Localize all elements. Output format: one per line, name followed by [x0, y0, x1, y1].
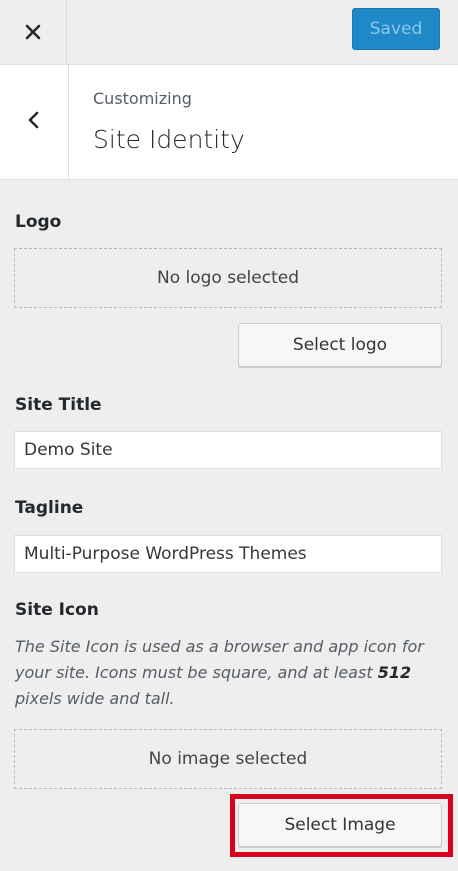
header-subtitle: Customizing [93, 89, 192, 108]
tagline-input[interactable]: Multi-Purpose WordPress Themes [14, 535, 442, 573]
site-title-label: Site Title [15, 395, 102, 415]
select-logo-button[interactable]: Select logo [238, 323, 442, 367]
customizer-topbar: Saved [0, 0, 458, 65]
logo-label: Logo [15, 212, 62, 232]
back-button[interactable] [0, 65, 69, 179]
close-button[interactable] [0, 0, 67, 64]
site-icon-label: Site Icon [15, 600, 99, 620]
section-header: Customizing Site Identity [0, 65, 458, 180]
logo-placeholder: No logo selected [14, 248, 442, 308]
chevron-left-icon [27, 110, 41, 134]
icon-size-value: 512 [377, 663, 412, 682]
saved-button[interactable]: Saved [352, 8, 440, 50]
site-title-input[interactable]: Demo Site [14, 431, 442, 469]
highlight-box [230, 794, 453, 857]
site-icon-description: The Site Icon is used as a browser and a… [15, 637, 424, 708]
tagline-label: Tagline [15, 498, 84, 518]
close-icon [25, 24, 41, 40]
page-title: Site Identity [93, 125, 245, 154]
site-icon-placeholder: No image selected [14, 729, 442, 789]
